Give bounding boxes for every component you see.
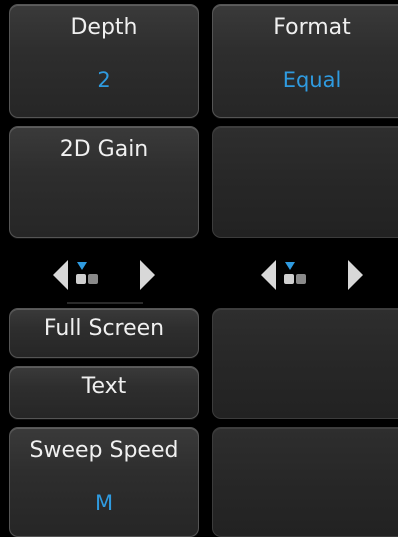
arrow-right-icon[interactable] (140, 260, 155, 290)
format-button[interactable]: Format Equal (212, 4, 398, 118)
depth-label: Depth (70, 15, 138, 40)
text-label: Text (81, 374, 127, 399)
full-screen-button[interactable]: Full Screen (9, 308, 199, 358)
page-indicator-icon (74, 260, 100, 290)
full-screen-label: Full Screen (43, 316, 165, 341)
empty-softkey (212, 126, 398, 238)
right-softkey-column: Format Equal (212, 0, 398, 537)
format-value: Equal (282, 68, 342, 92)
depth-button[interactable]: Depth 2 (9, 4, 199, 118)
depth-value: 2 (97, 68, 111, 92)
arrow-left-icon[interactable] (261, 260, 276, 290)
arrow-right-icon[interactable] (348, 260, 363, 290)
right-page-navigator (212, 246, 398, 304)
format-label: Format (273, 15, 351, 40)
2d-gain-label: 2D Gain (59, 137, 149, 162)
divider (67, 302, 143, 304)
page-indicator-icon (282, 260, 308, 290)
left-softkey-column: Depth 2 2D Gain Full Screen Text Sweep S… (9, 0, 199, 537)
sweep-speed-value: M (94, 491, 114, 515)
2d-gain-button[interactable]: 2D Gain (9, 126, 199, 238)
sweep-speed-button[interactable]: Sweep Speed M (9, 427, 199, 537)
empty-softkey (212, 427, 398, 537)
arrow-left-icon[interactable] (53, 260, 68, 290)
left-page-navigator (9, 246, 199, 304)
empty-softkey (212, 308, 398, 419)
text-button[interactable]: Text (9, 366, 199, 419)
sweep-speed-label: Sweep Speed (29, 438, 179, 463)
